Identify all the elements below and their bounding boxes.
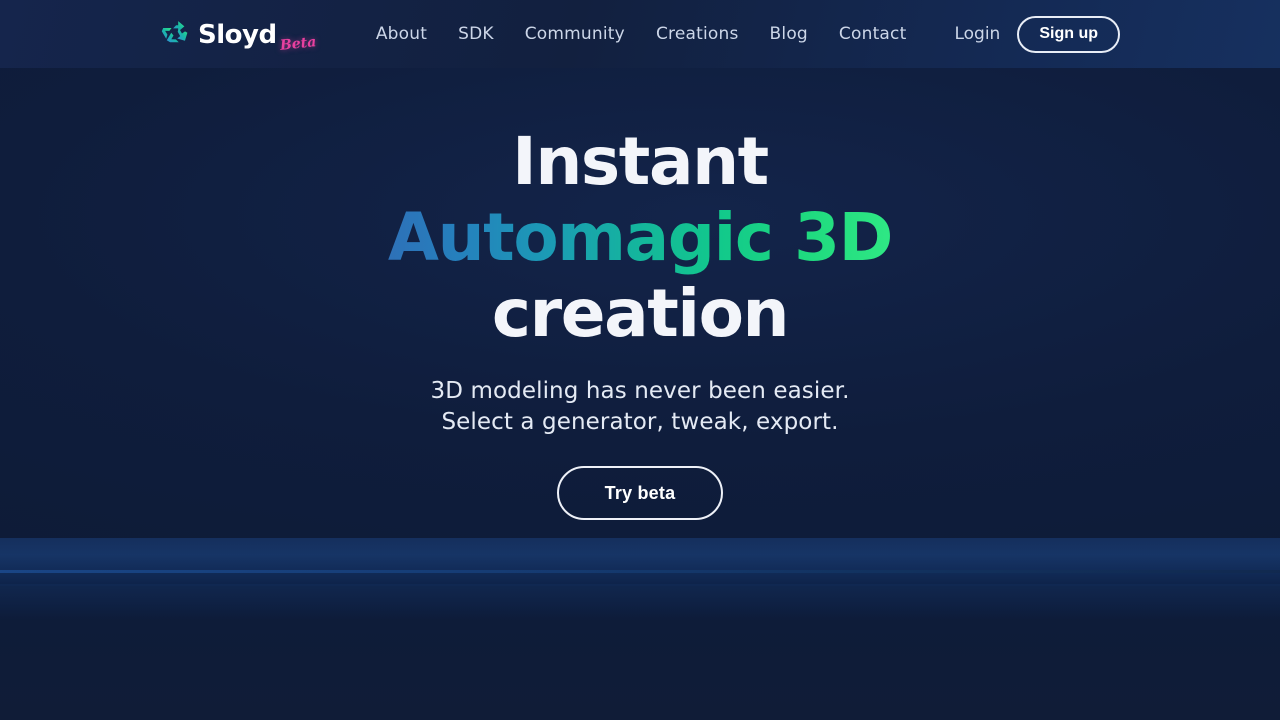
nav-item-blog[interactable]: Blog xyxy=(770,24,808,44)
background-bottom-fill xyxy=(0,620,1280,720)
hero-subtitle: 3D modeling has never been easier. Selec… xyxy=(431,376,850,439)
header-inner: Sloyd Beta About SDK Community Creations… xyxy=(0,0,1280,68)
hero-section: Instant Automagic 3D creation 3D modelin… xyxy=(0,68,1280,538)
nav-item-creations[interactable]: Creations xyxy=(656,24,739,44)
sloyd-recycle-arrows-icon xyxy=(160,19,198,49)
subtitle-line-1: 3D modeling has never been easier. xyxy=(430,377,850,404)
hero-headline: Instant Automagic 3D creation xyxy=(387,123,894,352)
headline-line-1: Instant xyxy=(512,123,769,200)
nav-item-sdk[interactable]: SDK xyxy=(458,24,494,44)
brand-name: Sloyd xyxy=(198,20,277,50)
nav-item-contact[interactable]: Contact xyxy=(839,24,907,44)
brand-beta-badge: Beta xyxy=(278,34,317,54)
main-navigation: About SDK Community Creations Blog Conta… xyxy=(376,24,907,44)
headline-line-2-gradient: Automagic 3D xyxy=(387,198,894,276)
headline-line-3: creation xyxy=(491,274,790,352)
nav-item-community[interactable]: Community xyxy=(525,24,625,44)
login-link[interactable]: Login xyxy=(954,24,1000,44)
site-header: Sloyd Beta About SDK Community Creations… xyxy=(0,0,1280,68)
nav-item-about[interactable]: About xyxy=(376,24,427,44)
subtitle-line-2: Select a generator, tweak, export. xyxy=(441,409,839,436)
try-beta-button[interactable]: Try beta xyxy=(556,466,724,521)
background-light-band xyxy=(0,538,1280,586)
auth-actions: Login Sign up xyxy=(954,15,1120,53)
brand-logo[interactable]: Sloyd Beta xyxy=(160,19,317,54)
background-highlight-line xyxy=(0,570,1280,573)
signup-button[interactable]: Sign up xyxy=(1017,15,1120,53)
background-soft-band xyxy=(0,584,1280,622)
